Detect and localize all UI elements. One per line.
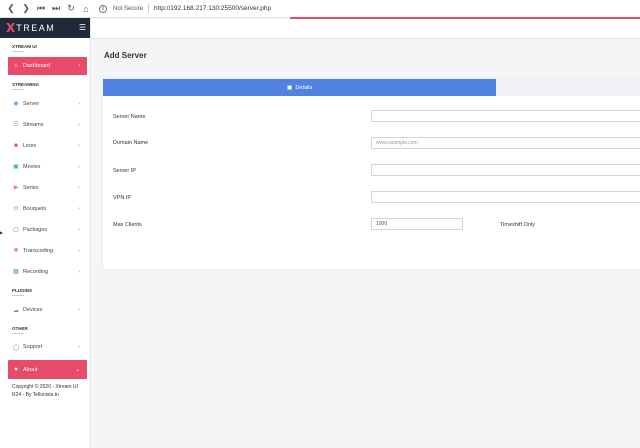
chevron-right-icon: › [78,268,80,275]
server-ip-label: Server IP [113,168,136,174]
user-icon: ☻ [12,142,20,149]
chevron-right-icon: › [78,100,80,107]
sidebar-item-label: Devices [23,307,43,313]
chevron-right-icon: › [78,163,80,170]
sidebar-item-label: Support [23,344,43,350]
section-label-other: OTHER [0,326,90,334]
forward-icon[interactable]: ❯ [19,2,33,16]
brand-logo[interactable]: X TREAM ☰ [0,18,90,38]
movie-icon: ▣ [13,164,19,170]
sidebar-item-label: Lines [23,142,37,149]
vpn-ip-label: VPN IP [113,195,132,201]
sidebar-item-server[interactable]: ◉ Server › [0,93,90,114]
sidebar-item-label: Movies [23,163,41,170]
transcoding-icon: ❋ [13,248,19,254]
brand-x: X [6,21,16,35]
chevron-down-icon: ⌄ [75,366,80,373]
id-card-icon: ▣ [286,85,293,91]
devices-icon: ☁ [13,307,19,314]
sidebar-item-devices[interactable]: ☁ Devices › [0,299,90,321]
chevron-right-icon: › [78,63,80,69]
skip-forward-icon[interactable]: ⏭ [49,2,63,16]
sidebar-item-support[interactable]: ◯ Support › [0,336,90,358]
form-card: ▣ Details Server Name Domain Name www.ex… [103,79,640,269]
sidebar-item-streams[interactable]: ☰ Streams › [0,114,90,135]
tab-details[interactable]: ▣ Details [103,79,496,96]
brand-text: TREAM [16,23,56,33]
sidebar-item-label: Bouquets [23,205,47,212]
chevron-right-icon: › [78,121,80,128]
sidebar-item-about[interactable]: ♥ About ⌄ [8,360,87,379]
security-label: Not Secure [113,5,144,12]
support-icon: ◯ [12,344,20,351]
sidebar-item-movies[interactable]: ▣ Movies › [0,156,90,177]
info-icon[interactable]: i [99,4,107,13]
back-icon[interactable]: ❮ [4,2,18,16]
sidebar-item-transcoding[interactable]: ❋ Transcoding › [0,240,90,261]
address-bar[interactable]: http://192.168.217.130:25500/server.php [154,5,271,12]
timeshift-only-label: Timeshift Only [500,222,535,228]
package-icon: ▢ [13,227,19,233]
url-separator [148,4,150,13]
browser-toolbar: ❮ ❯ ⏮ ⏭ ↻ ⌂ i Not Secure http://192.168.… [0,0,640,18]
section-label-streaming: STREAMING [0,82,90,90]
chevron-right-icon: › [78,226,80,233]
skip-back-icon[interactable]: ⏮ [34,2,48,16]
menu-toggle-icon[interactable]: ☰ [79,23,86,32]
tab-secondary[interactable] [496,79,640,96]
sidebar-item-bouquets[interactable]: ✿ Bouquets › [0,198,90,219]
home-icon[interactable]: ⌂ [79,2,93,16]
page-title: Add Server [104,51,147,60]
sidebar-item-label: Recording [23,268,49,275]
server-icon: ◉ [13,101,19,107]
tab-label: Details [295,84,313,91]
sidebar: X TREAM ☰ XTREAM UI ⌂ Dashboard › STREAM… [0,18,91,448]
reload-icon[interactable]: ↻ [64,2,78,16]
chevron-right-icon: › [78,205,80,212]
chevron-right-icon: › [78,247,80,254]
chevron-right-icon: › [78,142,80,149]
sidebar-item-label: Transcoding [23,247,54,254]
chevron-right-icon: › [78,184,80,191]
sidebar-item-label: About [23,366,38,373]
sidebar-item-label: Series [23,184,39,191]
max-clients-input[interactable]: 1000 [371,218,463,230]
sidebar-item-lines[interactable]: ☻ Lines › [0,135,90,156]
sidebar-item-dashboard[interactable]: ⌂ Dashboard › [8,57,87,75]
section-label-xtream-ui: XTREAM UI [0,44,90,52]
content-topbar [91,19,640,39]
domain-name-label: Domain Name [113,140,149,146]
video-icon: ▶ [13,185,19,191]
sidebar-item-label: Server [23,100,40,107]
chevron-right-icon: › [78,307,80,313]
sidebar-item-packages[interactable]: ▢ Packages › [0,219,90,240]
max-clients-label: Max Clients [113,222,142,228]
sidebar-item-label: Dashboard [23,63,50,69]
vpn-ip-input[interactable] [371,191,640,203]
sidebar-item-series[interactable]: ▶ Series › [0,177,90,198]
streams-icon: ☰ [13,122,19,128]
domain-name-input[interactable]: www.example.com [371,137,640,149]
chevron-right-icon: › [78,344,80,350]
heart-icon: ♥ [14,366,18,373]
recording-icon: ▦ [13,269,19,275]
caret-right-icon: ▶ [0,230,4,235]
sidebar-item-label: Streams [23,121,44,128]
server-name-label: Server Name [113,114,146,120]
server-ip-input[interactable] [371,164,640,176]
section-label-plugins: PLUGINS [0,288,90,296]
sidebar-item-label: Packages [23,226,48,233]
sidebar-item-recording[interactable]: ▦ Recording › [0,261,90,282]
server-name-input[interactable] [371,110,640,122]
home-icon: ⌂ [14,63,18,69]
copyright-text: Copyright © 2020 - Xtream UI R24 - By Te… [12,384,78,398]
bouquet-icon: ✿ [13,206,19,212]
